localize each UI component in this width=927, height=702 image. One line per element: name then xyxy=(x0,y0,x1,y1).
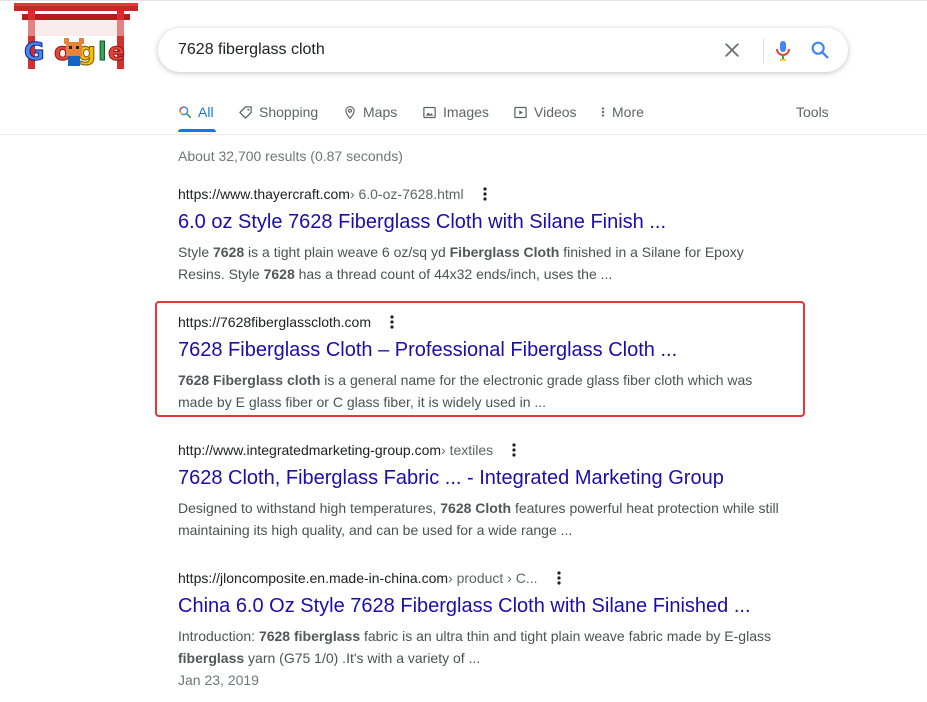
snippet-highlight: fiberglass xyxy=(178,650,245,666)
result-url[interactable]: https://www.thayercraft.com › 6.0-oz-762… xyxy=(178,184,788,204)
result-title-link[interactable]: 7628 Fiberglass Cloth – Professional Fib… xyxy=(178,337,788,363)
more-options-icon[interactable] xyxy=(507,442,521,458)
result-domain: https://7628fiberglasscloth.com xyxy=(178,314,371,330)
tab-more[interactable]: More xyxy=(600,104,644,120)
tab-label: Images xyxy=(443,104,489,120)
search-input[interactable]: 7628 fiberglass cloth xyxy=(178,41,325,59)
search-icon xyxy=(179,106,192,119)
snippet-text: has a thread count of 44x32 ends/inch, u… xyxy=(294,266,613,282)
snippet-highlight: Fiberglass Cloth xyxy=(449,244,560,260)
tab-images[interactable]: Images xyxy=(422,104,489,120)
svg-text:l: l xyxy=(98,37,107,66)
video-icon xyxy=(514,106,527,118)
tab-label: Videos xyxy=(534,104,577,120)
more-options-icon[interactable] xyxy=(478,186,492,202)
result-domain: http://www.integratedmarketing-group.com xyxy=(178,442,442,458)
result-snippet: Style 7628 is a tight plain weave 6 oz/s… xyxy=(178,241,788,285)
result-title-link[interactable]: 6.0 oz Style 7628 Fiberglass Cloth with … xyxy=(178,209,788,235)
google-doodle-logo[interactable]: G o g l e xyxy=(14,0,138,72)
tab-all[interactable]: All xyxy=(178,104,214,120)
tab-videos[interactable]: Videos xyxy=(513,104,577,120)
snippet-text: fabric is an ultra thin and tight plain … xyxy=(360,628,771,644)
search-result: https://www.thayercraft.com › 6.0-oz-762… xyxy=(178,184,788,285)
snippet-highlight: 7628 xyxy=(263,266,295,282)
result-url[interactable]: https://jloncomposite.en.made-in-china.c… xyxy=(178,568,788,588)
result-breadcrumb: › textiles xyxy=(441,442,494,458)
snippet-highlight: 7628 Fiberglass cloth xyxy=(178,372,321,388)
svg-text:G: G xyxy=(24,37,45,66)
tag-icon xyxy=(239,105,252,119)
result-domain: https://jloncomposite.en.made-in-china.c… xyxy=(178,570,449,586)
result-title-link[interactable]: China 6.0 Oz Style 7628 Fiberglass Cloth… xyxy=(178,593,788,619)
mic-icon[interactable] xyxy=(771,38,795,62)
result-date: Jan 23, 2019 xyxy=(178,672,259,688)
result-breadcrumb: › product › C... xyxy=(448,570,538,586)
clear-icon[interactable] xyxy=(722,40,742,60)
map-pin-icon xyxy=(345,105,355,119)
result-url[interactable]: https://7628fiberglasscloth.com xyxy=(178,312,788,332)
top-border xyxy=(0,0,927,1)
snippet-text: Introduction: xyxy=(178,628,259,644)
snippet-highlight: 7628 xyxy=(213,244,245,260)
search-divider xyxy=(763,39,764,63)
result-url[interactable]: http://www.integratedmarketing-group.com… xyxy=(178,440,788,460)
snippet-highlight: 7628 fiberglass xyxy=(258,628,361,644)
tab-label: Shopping xyxy=(259,104,319,120)
search-result: http://www.integratedmarketing-group.com… xyxy=(178,440,788,541)
search-result: https://7628fiberglasscloth.com 7628 Fib… xyxy=(178,312,788,413)
search-result: https://jloncomposite.en.made-in-china.c… xyxy=(178,568,788,691)
tab-maps[interactable]: Maps xyxy=(343,104,397,120)
result-snippet: Introduction: 7628 fiberglass fabric is … xyxy=(178,625,788,669)
svg-text:e: e xyxy=(108,37,125,66)
tab-label: Maps xyxy=(363,104,398,120)
result-snippet: Designed to withstand high temperatures,… xyxy=(178,497,788,541)
snippet-text: is a tight plain weave 6 oz/sq yd xyxy=(244,244,450,260)
tools-button[interactable]: Tools xyxy=(796,104,829,120)
image-icon xyxy=(423,106,436,118)
snippet-text: Style xyxy=(178,244,214,260)
snippet-text: yarn (G75 1/0) .It's with a variety of .… xyxy=(244,650,481,666)
search-tabs: All Shopping Maps Images Videos More Too… xyxy=(0,96,927,134)
more-vert-icon xyxy=(601,107,605,117)
result-breadcrumb: › 6.0-oz-7628.html xyxy=(349,186,464,202)
result-snippet: 7628 Fiberglass cloth is a general name … xyxy=(178,369,788,413)
snippet-highlight: 7628 Cloth xyxy=(440,500,512,516)
search-bar[interactable]: 7628 fiberglass cloth xyxy=(158,28,848,72)
tab-label: All xyxy=(198,104,214,120)
snippet-text: Designed to withstand high temperatures, xyxy=(178,500,441,516)
result-title-link[interactable]: 7628 Cloth, Fiberglass Fabric ... - Inte… xyxy=(178,465,788,491)
result-stats: About 32,700 results (0.87 seconds) xyxy=(178,148,403,164)
tab-shopping[interactable]: Shopping xyxy=(238,104,318,120)
active-tab-indicator xyxy=(178,129,216,132)
tab-label: More xyxy=(612,104,644,120)
more-options-icon[interactable] xyxy=(552,570,566,586)
search-icon[interactable] xyxy=(809,39,831,61)
result-domain: https://www.thayercraft.com xyxy=(178,186,350,202)
more-options-icon[interactable] xyxy=(385,314,399,330)
tabs-divider xyxy=(0,134,927,135)
